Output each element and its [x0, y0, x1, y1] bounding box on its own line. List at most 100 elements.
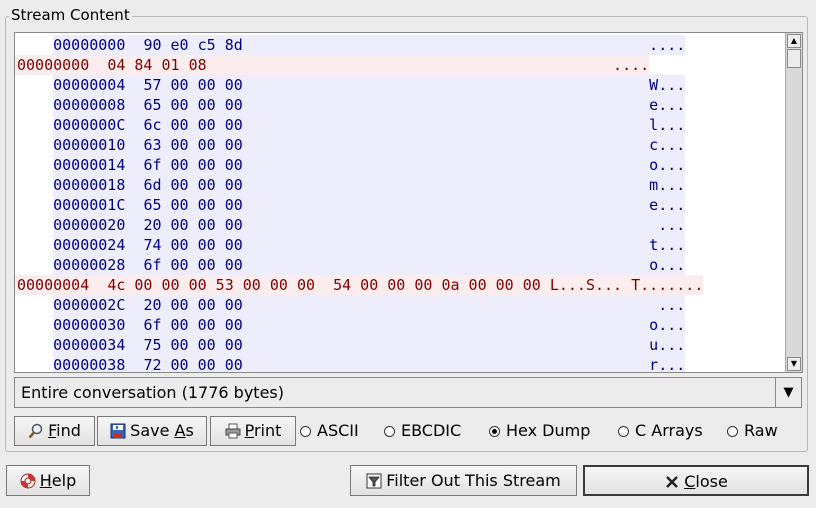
close-x-icon [664, 470, 680, 488]
dump-offset: 00000004 [53, 76, 126, 94]
dump-hex-bytes: 75 00 00 00 [143, 336, 243, 354]
dump-line[interactable]: 0000001C 65 00 00 00 e... [17, 195, 685, 215]
dump-text-area[interactable]: 00000000 90 e0 c5 8d .... 00000000 04 84 … [15, 33, 785, 372]
magnifier-icon [28, 420, 44, 439]
radio-ascii[interactable]: ASCII [300, 420, 359, 442]
dump-hex-bytes: 65 00 00 00 [143, 96, 243, 114]
radio-ebcdic-indicator[interactable] [384, 426, 395, 437]
dump-hex-bytes: 4c 00 00 00 53 00 00 00 54 00 00 00 0a 0… [107, 276, 541, 294]
stream-dump-view[interactable]: 00000000 90 e0 c5 8d .... 00000000 04 84 … [14, 32, 803, 373]
radio-ascii-indicator[interactable] [300, 426, 311, 437]
dump-line[interactable]: 00000028 6f 00 00 00 o... [17, 255, 685, 275]
dump-ascii: t... [649, 236, 686, 254]
dump-offset: 0000001C [53, 196, 126, 214]
dump-offset: 00000008 [53, 96, 126, 114]
dump-offset: 0000002C [53, 296, 126, 314]
radio-ebcdic[interactable]: EBCDIC [384, 420, 461, 442]
dump-ascii: m... [649, 176, 686, 194]
dump-ascii: e... [649, 196, 686, 214]
dump-hex-bytes: 90 e0 c5 8d [143, 36, 243, 54]
dump-ascii: ... [649, 296, 686, 314]
save-as-button[interactable]: Save As [97, 416, 207, 446]
dump-hex-bytes: 20 00 00 00 [143, 216, 243, 234]
dump-ascii: r... [649, 356, 686, 372]
dump-ascii: c... [649, 136, 686, 154]
dump-line[interactable]: 00000038 72 00 00 00 r... [17, 355, 685, 372]
dump-line[interactable]: 00000030 6f 00 00 00 o... [17, 315, 685, 335]
dump-hex-bytes: 6f 00 00 00 [143, 256, 243, 274]
dump-ascii: .... [649, 36, 686, 54]
dump-line[interactable]: 0000002C 20 00 00 00 ... [17, 295, 685, 315]
radio-c-arrays[interactable]: C Arrays [618, 420, 703, 442]
dump-offset: 00000000 [17, 56, 90, 74]
dump-offset: 00000020 [53, 216, 126, 234]
dump-hex-bytes: 63 00 00 00 [143, 136, 243, 154]
dump-ascii: ... [649, 216, 686, 234]
dump-offset: 00000028 [53, 256, 126, 274]
radio-raw[interactable]: Raw [727, 420, 778, 442]
dump-hex-bytes: 6f 00 00 00 [143, 316, 243, 334]
dump-ascii: l... [649, 116, 686, 134]
dump-ascii: W... [649, 76, 686, 94]
dump-line[interactable]: 00000008 65 00 00 00 e... [17, 95, 685, 115]
close-button[interactable]: Close [583, 465, 809, 496]
dump-ascii: o... [649, 156, 686, 174]
radio-c-arrays-indicator[interactable] [618, 426, 629, 437]
dump-line[interactable]: 00000034 75 00 00 00 u... [17, 335, 685, 355]
dump-line[interactable]: 00000004 4c 00 00 00 53 00 00 00 54 00 0… [17, 275, 703, 295]
scroll-down-arrow-icon[interactable]: ▼ [787, 357, 801, 371]
dump-hex-bytes: 6c 00 00 00 [143, 116, 243, 134]
lifebuoy-icon [20, 469, 36, 489]
find-button[interactable]: Find [14, 416, 95, 446]
vertical-scrollbar[interactable]: ▲ ▼ [785, 33, 802, 372]
dump-hex-bytes: 20 00 00 00 [143, 296, 243, 314]
dump-ascii: o... [649, 316, 686, 334]
radio-raw-indicator[interactable] [727, 426, 738, 437]
dropdown-arrow-icon[interactable]: ▼ [775, 378, 801, 407]
funnel-icon [366, 469, 382, 489]
dump-ascii: o... [649, 256, 686, 274]
floppy-disk-icon [110, 420, 126, 439]
dump-offset: 00000024 [53, 236, 126, 254]
help-button[interactable]: Help [6, 465, 90, 496]
dump-offset: 00000004 [17, 276, 90, 294]
conversation-direction-select[interactable]: Entire conversation (1776 bytes) ▼ [14, 377, 802, 408]
dump-ascii: .... [613, 56, 650, 74]
dump-offset: 00000010 [53, 136, 126, 154]
dump-offset: 0000000C [53, 116, 126, 134]
radio-hex-dump-indicator[interactable] [489, 426, 500, 437]
dump-hex-bytes: 72 00 00 00 [143, 356, 243, 372]
dump-offset: 00000014 [53, 156, 126, 174]
print-button[interactable]: Print [210, 416, 296, 446]
dump-line[interactable]: 00000000 04 84 01 08 .... [17, 55, 649, 75]
dump-hex-bytes: 6f 00 00 00 [143, 156, 243, 174]
dump-offset: 00000034 [53, 336, 126, 354]
dump-hex-bytes: 65 00 00 00 [143, 196, 243, 214]
dump-line[interactable]: 00000024 74 00 00 00 t... [17, 235, 685, 255]
radio-hex-dump[interactable]: Hex Dump [489, 420, 590, 442]
dump-line[interactable]: 0000000C 6c 00 00 00 l... [17, 115, 685, 135]
dump-hex-bytes: 04 84 01 08 [107, 56, 207, 74]
conversation-select-value: Entire conversation (1776 bytes) [21, 383, 284, 402]
filter-out-stream-button[interactable]: Filter Out This Stream [350, 465, 577, 496]
dump-line[interactable]: 00000020 20 00 00 00 ... [17, 215, 685, 235]
dump-hex-bytes: 6d 00 00 00 [143, 176, 243, 194]
scrollbar-thumb[interactable] [787, 49, 801, 68]
dump-offset: 00000000 [53, 36, 126, 54]
dump-hex-bytes: 57 00 00 00 [143, 76, 243, 94]
dump-offset: 00000018 [53, 176, 126, 194]
scroll-up-arrow-icon[interactable]: ▲ [787, 34, 801, 48]
dump-ascii: L...S... T....... [549, 276, 704, 294]
dump-ascii: u... [649, 336, 686, 354]
dump-line[interactable]: 00000004 57 00 00 00 W... [17, 75, 685, 95]
dump-line[interactable]: 00000010 63 00 00 00 c... [17, 135, 685, 155]
dump-ascii: e... [649, 96, 686, 114]
dump-line[interactable]: 00000018 6d 00 00 00 m... [17, 175, 685, 195]
printer-icon [225, 420, 241, 439]
group-title: Stream Content [9, 6, 132, 24]
dump-hex-bytes: 74 00 00 00 [143, 236, 243, 254]
dump-offset: 00000038 [53, 356, 126, 372]
dump-offset: 00000030 [53, 316, 126, 334]
dump-line[interactable]: 00000014 6f 00 00 00 o... [17, 155, 685, 175]
dump-line[interactable]: 00000000 90 e0 c5 8d .... [17, 35, 685, 55]
